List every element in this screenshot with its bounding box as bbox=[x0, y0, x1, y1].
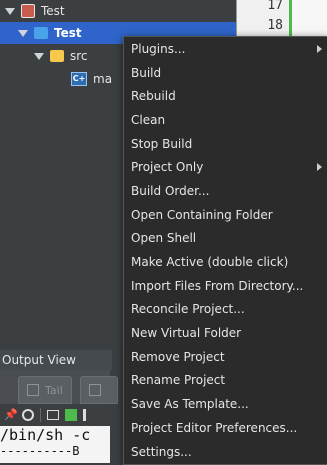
menu-item-remove-project[interactable]: Remove Project bbox=[124, 345, 327, 369]
toolbar-marker bbox=[83, 409, 86, 421]
tab-tail[interactable]: Tail bbox=[18, 376, 72, 404]
clear-icon[interactable] bbox=[47, 410, 59, 420]
cpp-file-icon: C+ bbox=[71, 72, 87, 86]
menu-item-settings[interactable]: Settings... bbox=[124, 440, 327, 464]
menu-item-reconcile-project[interactable]: Reconcile Project... bbox=[124, 298, 327, 322]
menu-item-import-files[interactable]: Import Files From Directory... bbox=[124, 274, 327, 298]
expand-arrow-icon[interactable] bbox=[34, 52, 44, 60]
menu-item-project-only[interactable]: Project Only bbox=[124, 155, 327, 179]
menu-item-label: Open Shell bbox=[131, 231, 197, 246]
line-number: 17 bbox=[267, 0, 283, 13]
menu-item-label: Open Containing Folder bbox=[131, 207, 273, 222]
menu-item-label: Remove Project bbox=[131, 349, 225, 364]
change-marker bbox=[289, 0, 292, 40]
menu-item-label: Build bbox=[131, 65, 162, 80]
tab-icon bbox=[89, 384, 101, 396]
expand-arrow-icon[interactable] bbox=[18, 29, 28, 37]
output-toolbar: 📌 bbox=[0, 404, 114, 426]
tab-label: Tail bbox=[45, 383, 63, 397]
console-line: /bin/sh -c bbox=[0, 426, 91, 444]
menu-item-label: Build Order... bbox=[131, 183, 210, 198]
submenu-arrow-icon bbox=[317, 44, 322, 53]
menu-item-open-shell[interactable]: Open Shell bbox=[124, 227, 327, 251]
code-editor[interactable]: 17 18 bbox=[236, 0, 327, 40]
menu-item-label: Stop Build bbox=[131, 136, 193, 151]
toolbar-divider bbox=[40, 408, 41, 422]
project-folder-icon bbox=[34, 27, 48, 39]
output-view-title: Output View bbox=[0, 350, 112, 370]
download-icon[interactable] bbox=[65, 409, 77, 421]
tree-item-label: src bbox=[70, 49, 88, 63]
menu-item-label: Rebuild bbox=[131, 89, 176, 104]
tree-item-label: Test bbox=[54, 26, 82, 40]
menu-item-label: Save As Template... bbox=[131, 397, 249, 412]
console-output[interactable]: /bin/sh -c ----------B bbox=[0, 426, 110, 463]
menu-item-label: Import Files From Directory... bbox=[131, 278, 304, 293]
menu-item-build[interactable]: Build bbox=[124, 61, 327, 85]
output-tabs: Tail bbox=[0, 370, 118, 404]
console-line: ----------B bbox=[0, 444, 80, 458]
tree-item-label: ma bbox=[93, 72, 113, 86]
expand-arrow-icon[interactable] bbox=[5, 7, 15, 15]
menu-item-clean[interactable]: Clean bbox=[124, 108, 327, 132]
menu-item-label: Clean bbox=[131, 112, 166, 127]
pin-icon[interactable]: 📌 bbox=[4, 409, 18, 421]
menu-item-open-containing-folder[interactable]: Open Containing Folder bbox=[124, 203, 327, 227]
link-icon[interactable] bbox=[22, 409, 34, 421]
menu-item-label: Project Editor Preferences... bbox=[131, 420, 298, 435]
menu-item-rename-project[interactable]: Rename Project bbox=[124, 369, 327, 393]
line-number-gutter: 17 18 bbox=[237, 0, 289, 40]
workspace-icon bbox=[21, 4, 35, 18]
tree-item-workspace[interactable]: Test bbox=[0, 0, 236, 22]
folder-icon bbox=[50, 50, 64, 62]
submenu-arrow-icon bbox=[317, 163, 322, 172]
menu-item-label: Make Active (double click) bbox=[131, 255, 289, 270]
tail-icon bbox=[27, 384, 39, 396]
menu-item-new-virtual-folder[interactable]: New Virtual Folder bbox=[124, 321, 327, 345]
menu-item-rebuild[interactable]: Rebuild bbox=[124, 84, 327, 108]
menu-item-stop-build[interactable]: Stop Build bbox=[124, 132, 327, 156]
menu-item-label: Project Only bbox=[131, 160, 204, 175]
menu-item-plugins[interactable]: Plugins... bbox=[124, 37, 327, 61]
menu-item-label: Plugins... bbox=[131, 41, 186, 56]
line-number: 18 bbox=[267, 18, 283, 33]
menu-item-label: Rename Project bbox=[131, 373, 226, 388]
menu-item-label: Reconcile Project... bbox=[131, 302, 245, 317]
menu-item-label: Settings... bbox=[131, 444, 192, 459]
tab-second[interactable] bbox=[80, 376, 118, 404]
menu-item-project-editor-preferences[interactable]: Project Editor Preferences... bbox=[124, 416, 327, 440]
menu-item-make-active[interactable]: Make Active (double click) bbox=[124, 250, 327, 274]
menu-item-build-order[interactable]: Build Order... bbox=[124, 179, 327, 203]
project-context-menu: Plugins... Build Rebuild Clean Stop Buil… bbox=[123, 36, 327, 465]
menu-item-save-as-template[interactable]: Save As Template... bbox=[124, 392, 327, 416]
tree-item-label: Test bbox=[41, 4, 65, 18]
menu-item-label: New Virtual Folder bbox=[131, 326, 242, 341]
